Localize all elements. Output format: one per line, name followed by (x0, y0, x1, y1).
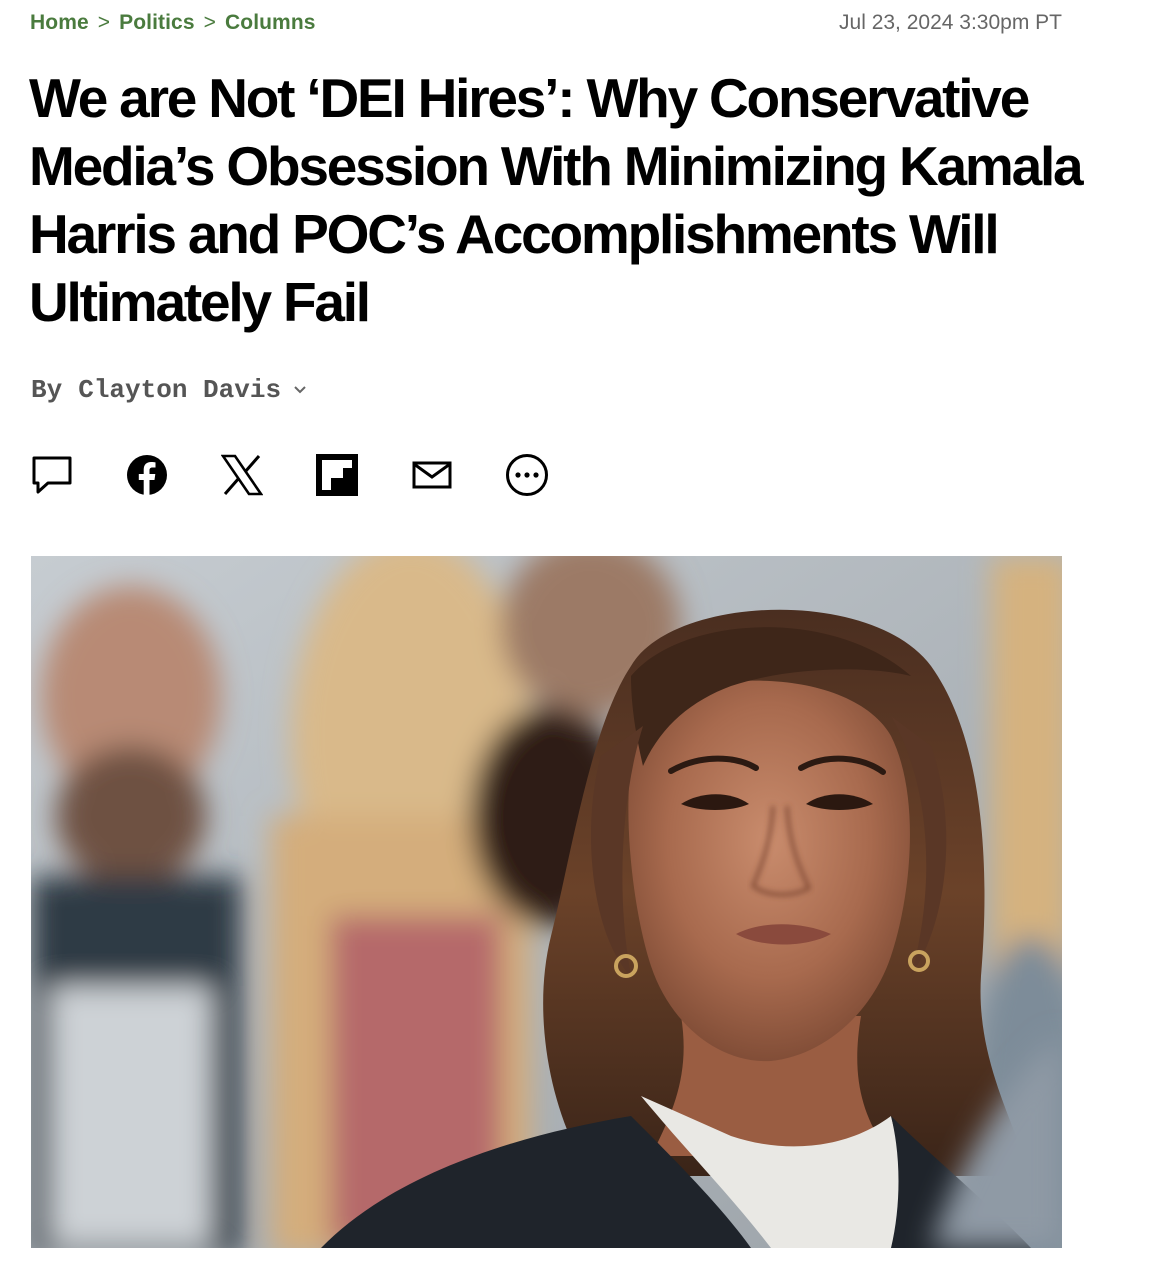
publish-date: Jul 23, 2024 3:30pm PT (839, 11, 1062, 34)
facebook-icon[interactable] (125, 453, 169, 497)
author-name[interactable]: Clayton Davis (78, 375, 281, 405)
byline: By Clayton Davis (31, 372, 307, 408)
x-icon[interactable] (220, 453, 264, 497)
comment-icon[interactable] (30, 453, 74, 497)
more-icon[interactable] (505, 453, 549, 497)
breadcrumb-separator: > (203, 11, 216, 34)
breadcrumb: Home > Politics > Columns (30, 11, 316, 35)
breadcrumb-home[interactable]: Home (30, 11, 89, 35)
share-bar (30, 452, 549, 498)
byline-prefix: By (31, 375, 63, 405)
breadcrumb-politics[interactable]: Politics (119, 11, 195, 35)
flipboard-icon[interactable] (315, 453, 359, 497)
hero-image (31, 556, 1062, 1248)
article-headline: We are Not ‘DEI Hires’: Why Conservative… (29, 67, 1084, 333)
breadcrumb-columns[interactable]: Columns (225, 11, 316, 35)
email-icon[interactable] (410, 453, 454, 497)
article-header-bar: Home > Politics > Columns Jul 23, 2024 3… (30, 8, 1062, 38)
breadcrumb-separator: > (97, 11, 111, 34)
chevron-down-icon[interactable] (293, 385, 307, 395)
